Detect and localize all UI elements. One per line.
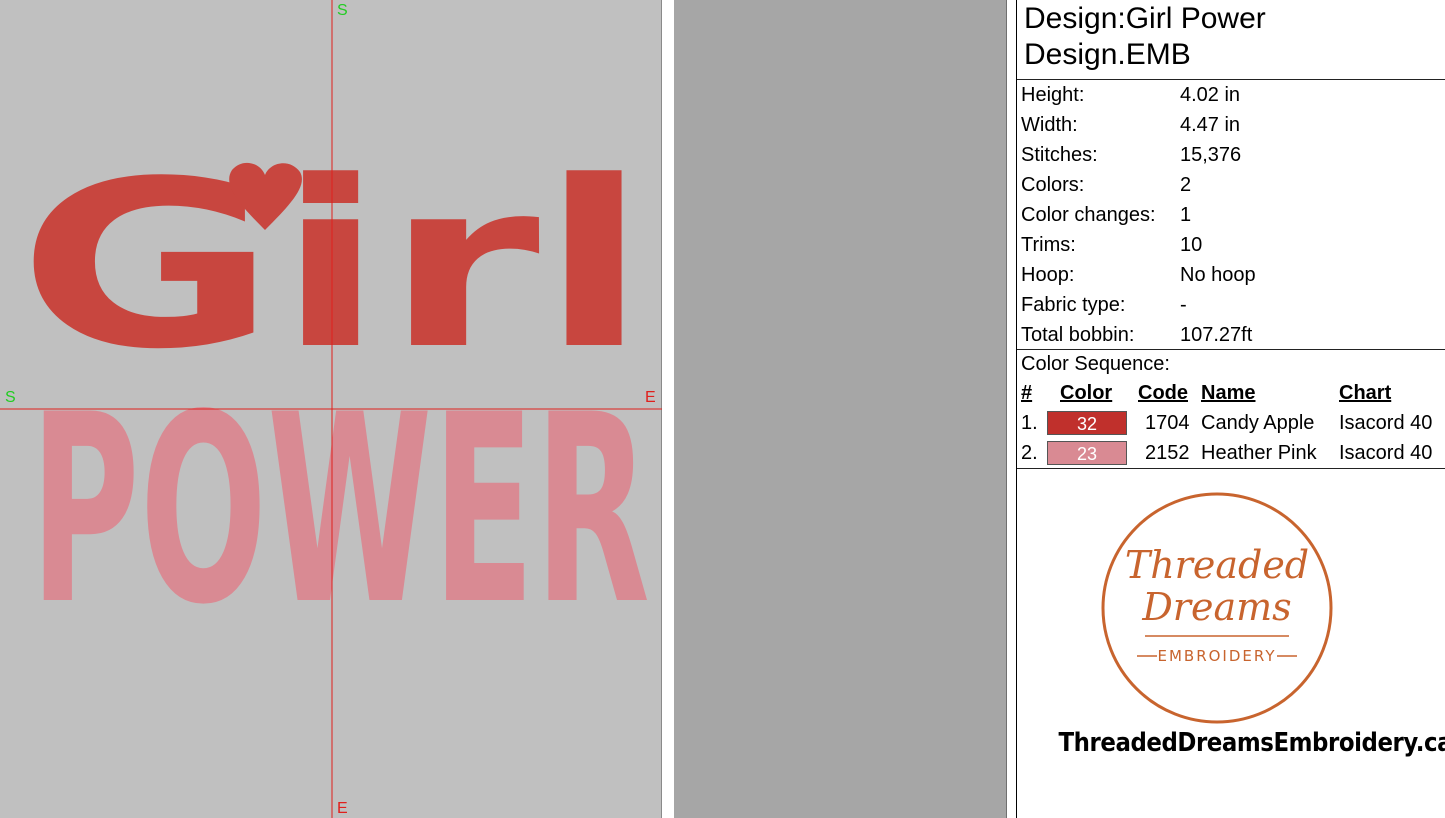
col-header-color: Color bbox=[1060, 382, 1113, 404]
power-word: POWER bbox=[30, 360, 650, 662]
spec-label: Color changes: bbox=[1021, 204, 1156, 226]
panel-divider bbox=[662, 0, 674, 818]
thread-code: 2152 bbox=[1145, 442, 1190, 464]
row-number: 1. bbox=[1021, 412, 1038, 434]
spec-label: Total bobbin: bbox=[1021, 324, 1135, 346]
axis-label-left: S bbox=[5, 389, 16, 406]
spec-value: 1 bbox=[1180, 204, 1192, 226]
design-info-sheet: Design:Girl Power Design.EMB Height: 4.0… bbox=[1016, 0, 1445, 818]
divider bbox=[1017, 468, 1445, 469]
row-number: 2. bbox=[1021, 442, 1038, 464]
spec-value: - bbox=[1180, 294, 1187, 316]
axis-label-right: E bbox=[645, 389, 656, 406]
axis-label-bottom: E bbox=[337, 800, 348, 817]
design-canvas[interactable]: Girl POWER S E S E bbox=[0, 0, 662, 818]
design-preview: Girl POWER bbox=[0, 0, 662, 818]
thread-chart: Isacord 40 bbox=[1339, 442, 1433, 464]
logo-line1: Threaded bbox=[1125, 543, 1309, 587]
spec-label: Hoop: bbox=[1021, 264, 1075, 286]
spec-label: Width: bbox=[1021, 114, 1078, 136]
spec-value: 15,376 bbox=[1180, 144, 1242, 166]
spec-value: 4.47 in bbox=[1180, 114, 1241, 136]
spec-value: No hoop bbox=[1180, 264, 1256, 286]
spec-value: 10 bbox=[1180, 234, 1203, 256]
spec-value: 2 bbox=[1180, 174, 1192, 196]
col-header-chart: Chart bbox=[1339, 382, 1392, 404]
spec-value: 107.27ft bbox=[1180, 324, 1253, 346]
logo-circle-icon: Threaded Dreams EMBROIDERY bbox=[1101, 492, 1333, 724]
axis-label-top: S bbox=[337, 2, 348, 19]
website-url: ThreadedDreamsEmbroidery.ca bbox=[1058, 728, 1445, 758]
color-swatch: 32 bbox=[1047, 411, 1127, 435]
thread-code: 1704 bbox=[1145, 412, 1190, 434]
file-name: Design.EMB bbox=[1024, 38, 1191, 71]
color-swatch: 23 bbox=[1047, 441, 1127, 465]
color-sequence-title: Color Sequence: bbox=[1021, 353, 1170, 375]
spec-label: Height: bbox=[1021, 84, 1085, 106]
col-header-num: # bbox=[1021, 382, 1033, 404]
spec-label: Trims: bbox=[1021, 234, 1076, 256]
col-header-name: Name bbox=[1201, 382, 1256, 404]
spec-value: 4.02 in bbox=[1180, 84, 1241, 106]
col-header-code: Code bbox=[1138, 382, 1188, 404]
spec-label: Stitches: bbox=[1021, 144, 1098, 166]
workspace-background bbox=[674, 0, 1007, 818]
spec-label: Fabric type: bbox=[1021, 294, 1126, 316]
design-name: Design:Girl Power bbox=[1024, 2, 1266, 35]
spec-label: Colors: bbox=[1021, 174, 1085, 196]
thread-name: Candy Apple bbox=[1201, 412, 1315, 434]
power-text: POWER bbox=[30, 360, 650, 662]
thread-chart: Isacord 40 bbox=[1339, 412, 1433, 434]
logo-line2: Dreams bbox=[1141, 585, 1291, 629]
logo-line3: EMBROIDERY bbox=[1157, 647, 1276, 665]
brand-logo: Threaded Dreams EMBROIDERY bbox=[1097, 490, 1337, 730]
thread-name: Heather Pink bbox=[1201, 442, 1317, 464]
